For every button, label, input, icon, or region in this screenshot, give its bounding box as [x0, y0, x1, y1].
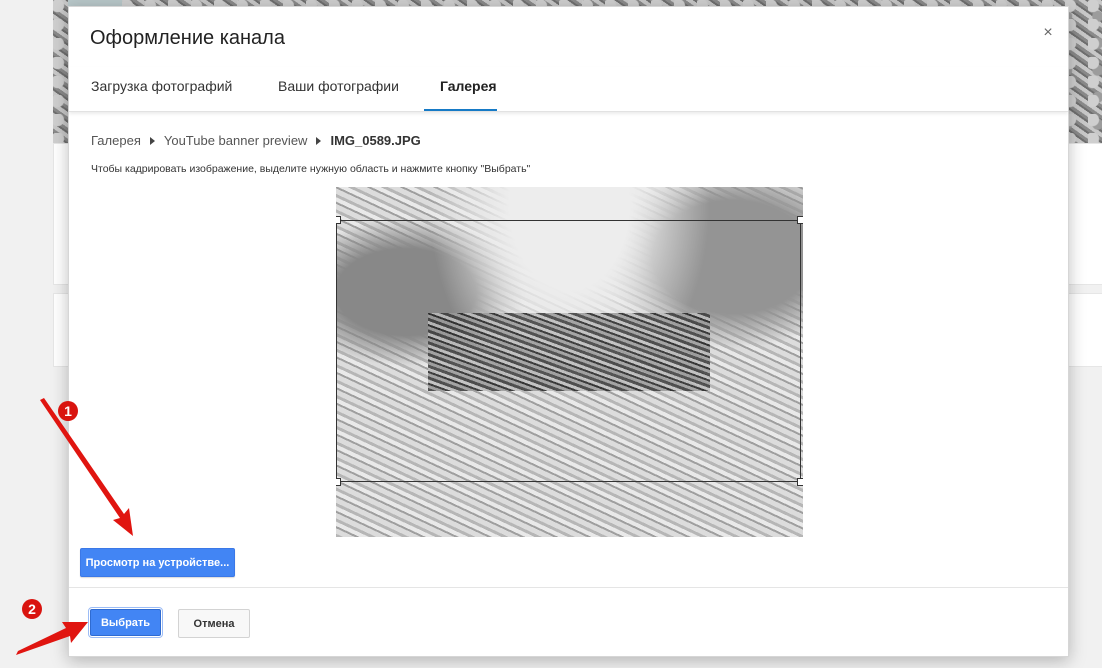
crop-handle-top-right[interactable]: [797, 216, 803, 224]
breadcrumb-album[interactable]: YouTube banner preview: [164, 133, 308, 148]
dialog-title: Оформление канала: [90, 27, 285, 49]
chevron-right-icon: [149, 136, 155, 145]
breadcrumb-gallery[interactable]: Галерея: [91, 133, 141, 148]
breadcrumb-file: IMG_0589.JPG: [330, 133, 421, 148]
footer-divider: [69, 587, 1068, 588]
preview-on-device-button[interactable]: Просмотр на устройстве...: [80, 548, 235, 577]
tab-bar: Загрузка фотографий Ваши фотографии Гале…: [69, 67, 1068, 112]
crop-handle-top-left[interactable]: [336, 216, 341, 224]
annotation-badge-1: 1: [58, 401, 78, 421]
breadcrumb: Галерея YouTube banner preview IMG_0589.…: [91, 133, 421, 148]
channel-art-dialog: Оформление канала × Загрузка фотографий …: [68, 6, 1069, 657]
select-button[interactable]: Выбрать: [88, 607, 163, 638]
crop-image[interactable]: [336, 187, 803, 537]
tab-upload-photos[interactable]: Загрузка фотографий: [91, 78, 232, 94]
safe-area-region: [428, 313, 710, 391]
tab-your-photos[interactable]: Ваши фотографии: [278, 78, 399, 94]
active-tab-indicator: [424, 109, 497, 111]
crop-handle-bottom-left[interactable]: [336, 478, 341, 486]
annotation-badge-2: 2: [22, 599, 42, 619]
crop-handle-bottom-right[interactable]: [797, 478, 803, 486]
cancel-button[interactable]: Отмена: [178, 609, 250, 638]
chevron-right-icon: [316, 136, 322, 145]
tab-gallery[interactable]: Галерея: [440, 78, 497, 94]
close-icon[interactable]: ×: [1040, 25, 1056, 41]
crop-instructions: Чтобы кадрировать изображение, выделите …: [91, 163, 531, 175]
